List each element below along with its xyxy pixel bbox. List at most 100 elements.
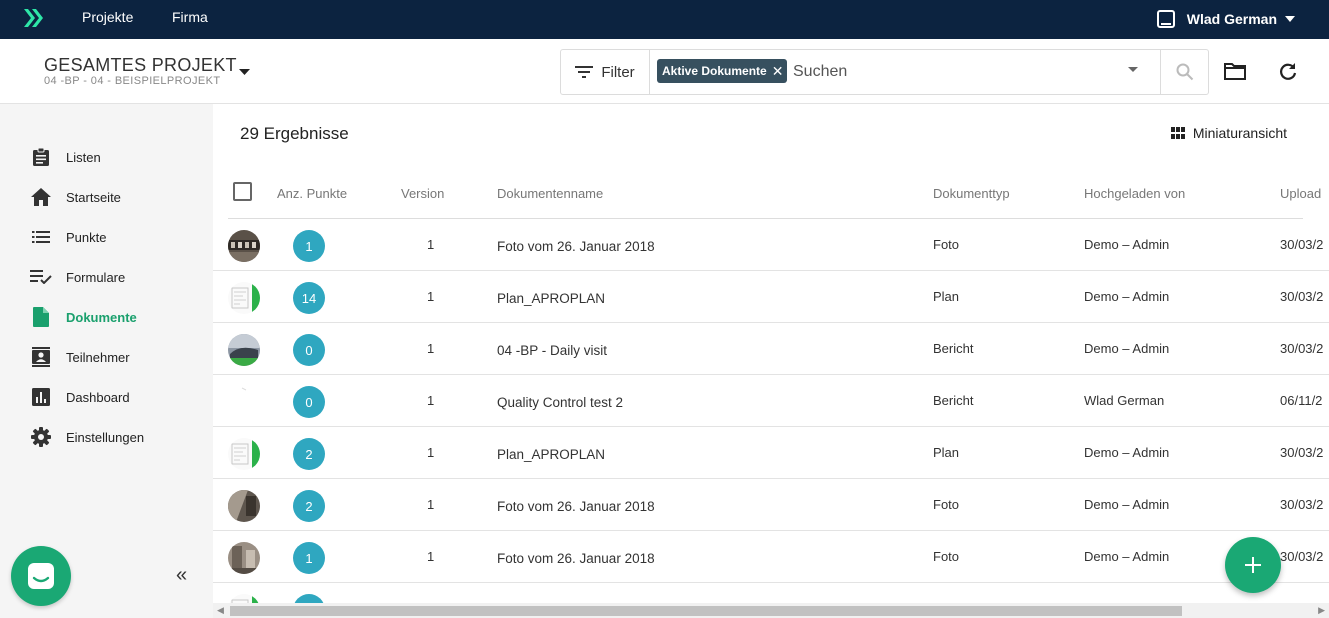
scroll-right-icon[interactable]: ▶ bbox=[1318, 605, 1325, 616]
table-row[interactable]: 2 1 Plan_APROPLAN Plan Demo – Admin 30/03/2 bbox=[213, 427, 1329, 479]
cell-upload-date: 30/03/2 bbox=[1280, 341, 1324, 356]
column-header-uploaded-by[interactable]: Hochgeladen von bbox=[1084, 186, 1185, 201]
cell-version: 1 bbox=[427, 341, 435, 356]
cell-uploaded-by: Demo – Admin bbox=[1084, 445, 1170, 460]
cell-document-name[interactable]: Plan_APROPLAN bbox=[497, 291, 605, 306]
column-header-points[interactable]: Anz. Punkte bbox=[277, 186, 347, 201]
project-header: GESAMTES PROJEKT 04 -BP - 04 - BEISPIELP… bbox=[0, 39, 1329, 104]
sidebar-item-listen[interactable]: Listen bbox=[30, 145, 101, 169]
refresh-icon[interactable] bbox=[1278, 62, 1298, 82]
horizontal-scrollbar[interactable]: ◀ ▶ bbox=[213, 603, 1329, 618]
document-thumbnail[interactable] bbox=[228, 490, 260, 522]
chat-button[interactable] bbox=[11, 546, 71, 606]
cell-document-type: Bericht bbox=[933, 341, 974, 356]
cell-document-name[interactable]: 04 -BP - Daily visit bbox=[497, 343, 607, 358]
contacts-icon bbox=[30, 346, 52, 368]
clipboard-icon bbox=[30, 146, 52, 168]
thumbnail-view-toggle[interactable]: Miniaturansicht bbox=[1170, 125, 1287, 141]
column-header-name[interactable]: Dokumentenname bbox=[497, 186, 603, 201]
search-bar: Filter Aktive Dokumente ✕ bbox=[560, 49, 1209, 95]
column-header-upload-date[interactable]: Upload bbox=[1280, 186, 1321, 201]
cell-document-type: Plan bbox=[933, 445, 960, 460]
search-icon bbox=[1176, 63, 1193, 81]
sidebar-item-teilnehmer[interactable]: Teilnehmer bbox=[30, 345, 130, 369]
user-menu[interactable]: Wlad German bbox=[1156, 10, 1307, 28]
cell-upload-date: 30/03/2 bbox=[1280, 289, 1324, 304]
cell-version: 1 bbox=[427, 237, 435, 252]
document-thumbnail[interactable] bbox=[228, 438, 260, 470]
filter-icon bbox=[575, 66, 594, 78]
table-row[interactable]: 0 1 04 -BP - Daily visit Bericht Demo – Admi… bbox=[213, 323, 1329, 375]
cell-version: 1 bbox=[427, 393, 435, 408]
table-row[interactable]: 1 1 Foto vom 26. Januar 2018 Foto Demo – Adm… bbox=[213, 531, 1329, 583]
tablet-icon bbox=[1156, 10, 1175, 28]
results-count: 29 Ergebnisse bbox=[240, 124, 349, 143]
list-icon bbox=[30, 226, 52, 248]
document-thumbnail[interactable] bbox=[228, 334, 260, 366]
column-header-type[interactable]: Dokumenttyp bbox=[933, 186, 1010, 201]
table-row[interactable]: 0 1 Quality Control test 2 Bericht Wlad Germ… bbox=[213, 375, 1329, 427]
table-row[interactable]: 2 1 Foto vom 26. Januar 2018 Foto Demo – Adm… bbox=[213, 479, 1329, 531]
cell-uploaded-by: Demo – Admin bbox=[1084, 237, 1170, 252]
search-button[interactable] bbox=[1160, 50, 1208, 94]
sidebar-item-einstellungen[interactable]: Einstellungen bbox=[30, 425, 144, 449]
points-badge[interactable]: 2 bbox=[293, 438, 325, 470]
table-row[interactable]: 1 1 Foto vom 26. Januar 2018 Foto Demo – Adm… bbox=[213, 219, 1329, 271]
sidebar-item-dokumente[interactable]: Dokumente bbox=[30, 305, 137, 329]
nav-firma[interactable]: Firma bbox=[172, 9, 208, 25]
cell-upload-date: 30/03/2 bbox=[1280, 237, 1324, 252]
cell-uploaded-by: Demo – Admin bbox=[1084, 289, 1170, 304]
sidebar-item-label: Teilnehmer bbox=[66, 349, 130, 365]
sidebar: Listen Startseite Punkte Formulare Dokum… bbox=[0, 104, 213, 618]
column-header-version[interactable]: Version bbox=[401, 186, 444, 201]
sidebar-item-punkte[interactable]: Punkte bbox=[30, 225, 106, 249]
cell-upload-date: 30/03/2 bbox=[1280, 445, 1324, 460]
cell-upload-date: 06/11/2 bbox=[1280, 393, 1323, 408]
bar-chart-icon bbox=[30, 386, 52, 408]
points-badge[interactable]: 1 bbox=[293, 230, 325, 262]
document-icon bbox=[30, 306, 52, 328]
search-input[interactable] bbox=[793, 61, 1123, 83]
document-thumbnail[interactable] bbox=[228, 542, 260, 574]
app-logo-icon[interactable] bbox=[22, 7, 44, 29]
filter-button[interactable]: Filter bbox=[561, 50, 650, 94]
cell-version: 1 bbox=[427, 445, 435, 460]
filter-chip: Aktive Dokumente ✕ bbox=[657, 59, 788, 83]
scroll-left-icon[interactable]: ◀ bbox=[217, 605, 224, 616]
sidebar-item-formulare[interactable]: Formulare bbox=[30, 265, 125, 289]
scrollbar-thumb[interactable] bbox=[230, 606, 1182, 616]
points-badge[interactable]: 14 bbox=[293, 282, 325, 314]
table-row[interactable]: 14 1 Plan_APROPLAN Plan Demo – Admin 30/03/2 bbox=[213, 271, 1329, 323]
sidebar-item-startseite[interactable]: Startseite bbox=[30, 185, 121, 209]
cell-document-name[interactable]: Foto vom 26. Januar 2018 bbox=[497, 551, 655, 566]
document-thumbnail[interactable] bbox=[228, 282, 260, 314]
collapse-sidebar-button[interactable]: « bbox=[176, 564, 187, 587]
select-all-checkbox[interactable] bbox=[233, 182, 252, 201]
cell-document-type: Plan bbox=[933, 289, 960, 304]
points-badge[interactable]: 2 bbox=[293, 490, 325, 522]
project-dropdown-icon[interactable] bbox=[239, 69, 250, 75]
thumbnail-view-label: Miniaturansicht bbox=[1192, 125, 1287, 141]
cell-uploaded-by: Wlad German bbox=[1084, 393, 1165, 408]
points-badge[interactable]: 0 bbox=[293, 334, 325, 366]
cell-version: 1 bbox=[427, 289, 435, 304]
add-document-button[interactable] bbox=[1225, 537, 1281, 593]
document-thumbnail[interactable] bbox=[228, 230, 260, 262]
document-thumbnail[interactable] bbox=[228, 386, 260, 418]
chevron-down-icon[interactable] bbox=[1128, 67, 1138, 72]
cell-document-name[interactable]: Quality Control test 2 bbox=[497, 395, 623, 410]
cell-upload-date: 30/03/2 bbox=[1280, 497, 1324, 512]
filter-chip-label: Aktive Dokumente bbox=[662, 64, 767, 78]
sidebar-item-dashboard[interactable]: Dashboard bbox=[30, 385, 130, 409]
cell-document-name[interactable]: Foto vom 26. Januar 2018 bbox=[497, 499, 655, 514]
close-icon[interactable]: ✕ bbox=[772, 63, 784, 80]
sidebar-item-label: Startseite bbox=[66, 189, 121, 205]
project-title[interactable]: GESAMTES PROJEKT bbox=[44, 55, 237, 76]
sidebar-item-label: Listen bbox=[66, 149, 101, 165]
cell-document-name[interactable]: Plan_APROPLAN bbox=[497, 447, 605, 462]
folder-icon[interactable] bbox=[1224, 62, 1246, 80]
points-badge[interactable]: 0 bbox=[293, 386, 325, 418]
points-badge[interactable]: 1 bbox=[293, 542, 325, 574]
cell-document-name[interactable]: Foto vom 26. Januar 2018 bbox=[497, 239, 655, 254]
nav-projekte[interactable]: Projekte bbox=[82, 9, 133, 25]
